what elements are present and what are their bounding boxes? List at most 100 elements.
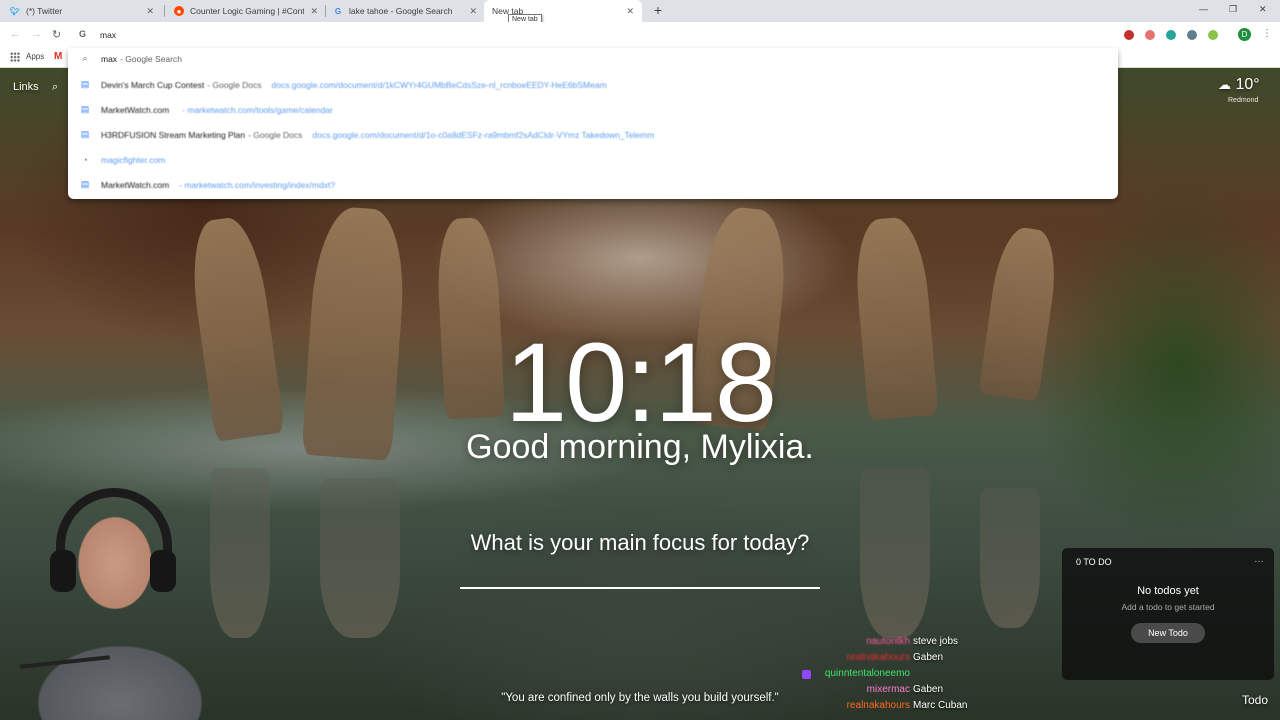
docs-icon: ▤ [80,129,90,139]
reload-icon[interactable]: ↻ [52,28,61,41]
chat-username: quinntentaloneemo [824,668,910,679]
todo-toggle[interactable]: Todo [1242,693,1268,707]
suggestion-item[interactable]: ▤ H3RDFUSION Stream Marketing Plan - Goo… [68,122,1118,147]
chat-text: steve jobs [913,636,959,647]
profile-avatar[interactable]: D [1238,28,1251,41]
chat-text: Gaben [913,652,944,663]
tab-title: Counter Logic Gaming | #Conte [190,6,305,16]
tree-root [978,224,1062,402]
twitter-bird-icon: 🐦︎ [9,6,21,16]
chat-username: mixermac [866,684,910,695]
focus-question: What is your main focus for today? [470,530,810,555]
google-g-icon: G [334,6,342,16]
microphone-arm [20,655,110,669]
greeting: Good morning, Mylixia. [466,428,814,466]
tree-root [301,205,409,461]
suggestion-item[interactable]: ▤ MarketWatch.com - marketwatch.com/tool… [68,97,1118,122]
tree-root [851,215,939,421]
chat-text: Gaben [913,684,944,695]
chat-username: realnakahours [846,652,910,663]
twitch-badge-icon [802,670,811,679]
suggestion-url: docs.google.com/document/d/1kCWYr4GUMbBe… [271,79,607,90]
chat-text: Marc Cuban [913,700,968,711]
suggestion-url: - marketwatch.com/tools/game/calendar [182,104,333,115]
suggestion-source: - Google Docs [207,79,262,90]
suggestion-title: MarketWatch.com [101,104,170,115]
close-icon[interactable]: ✕ [310,6,318,17]
tab-twitter[interactable]: 🐦︎ (*) Twitter ✕ [2,0,162,22]
focus-input[interactable] [460,587,820,589]
chat-message: realnakahours Marc Cuban [790,700,990,716]
headset-earcup [50,550,76,592]
new-todo-button[interactable]: New Todo [1131,623,1205,643]
suggestion-url: docs.google.com/document/d/1o-c0a8dESFz-… [312,129,655,140]
todo-empty-hint: Add a todo to get started [1121,602,1215,612]
close-window-icon[interactable]: ✕ [1259,4,1267,15]
tab-separator [164,5,165,17]
headset-earcup [150,550,176,592]
extension-icon[interactable] [1166,30,1176,40]
lastpass-icon[interactable] [1145,30,1155,40]
suggestion-title: H3RDFUSION Stream Marketing Plan [101,129,246,140]
docs-icon: ▤ [80,79,90,89]
google-g-icon: G [79,29,87,39]
search-icon: ⌕ [82,53,88,63]
browser-toolbar: ← → ↻ G D ⋮ [0,22,1280,48]
address-bar-input[interactable] [100,28,800,42]
extension-icon[interactable] [1187,30,1197,40]
chat-username: nautontkh [866,636,910,647]
more-vert-icon[interactable]: ⋮ [1262,28,1272,39]
forward-icon[interactable]: → [31,28,42,40]
chat-message: quinntentaloneemo [790,668,990,684]
docs-icon: ▤ [80,179,90,189]
suggestion-source: - Google Search [120,53,182,64]
suggestion-source: - Google Docs [248,129,303,140]
chat-message: mixermac Gaben [790,684,990,700]
apps-grid-icon[interactable] [10,52,20,62]
suggestion-title: Devin's March Cup Contest [101,79,205,90]
back-icon[interactable]: ← [10,28,21,40]
suggestion-item[interactable]: ⌕ max - Google Search [68,46,1118,71]
new-tab-button[interactable]: + [650,3,666,19]
weather-temperature[interactable]: ☁ 10° [1218,76,1260,94]
close-icon[interactable]: ✕ [626,6,634,17]
water-reflection [320,478,400,638]
tree-root [185,214,285,442]
chat-username: realnakahours [846,700,910,711]
suggestion-url: - marketwatch.com/investing/index/mdxt? [179,179,336,190]
suggestion-item[interactable]: ◔ magicfighter.com [68,147,1118,172]
bookmark-apps[interactable]: Apps [26,52,44,61]
docs-icon: ▤ [80,104,90,114]
suggestion-item[interactable]: ▤ MarketWatch.com - marketwatch.com/inve… [68,172,1118,197]
ublock-icon[interactable] [1124,30,1134,40]
history-icon: ◔ [82,154,88,165]
suggestion-title: magicfighter.com [101,154,166,165]
tab-title: (*) Twitter [26,6,63,16]
weather-temp-value: 10° [1235,76,1260,93]
suggestion-item[interactable]: ▤ Devin's March Cup Contest - Google Doc… [68,72,1118,97]
reddit-icon: ● [174,6,184,16]
tab-lake-tahoe[interactable]: G lake tahoe - Google Search ✕ [325,0,485,22]
todo-empty-title: No todos yet [1137,585,1199,597]
omnibox-suggestions: ⌕ max - Google Search ▤ Devin's March Cu… [68,48,1118,199]
suggestion-title: MarketWatch.com [101,179,170,190]
webcam-overlay [0,488,270,720]
todo-panel: 0 TO DO … No todos yet Add a todo to get… [1062,548,1274,680]
close-icon[interactable]: ✕ [146,6,154,17]
chat-message: nautontkh steve jobs [790,636,990,652]
links-button[interactable]: Links [13,81,39,93]
todo-list-header[interactable]: 0 TO DO [1076,557,1112,567]
close-icon[interactable]: ✕ [469,6,477,17]
chat-message: realnakahours Gaben [790,652,990,668]
more-horiz-icon[interactable]: … [1254,554,1264,565]
tab-counter-logic-gaming[interactable]: ● Counter Logic Gaming | #Conte ✕ [166,0,326,22]
water-reflection [980,488,1040,628]
restore-icon[interactable]: ❐ [1229,4,1237,15]
extension-icon[interactable] [1208,30,1218,40]
tab-title: lake tahoe - Google Search [349,6,453,16]
gmail-icon[interactable]: M [54,51,62,62]
minimize-icon[interactable]: — [1199,4,1208,14]
search-icon[interactable]: ⌕ [52,81,58,94]
tab-strip: 🐦︎ (*) Twitter ✕ ● Counter Logic Gaming … [0,0,1280,25]
weather-location: Redmond [1228,97,1259,104]
